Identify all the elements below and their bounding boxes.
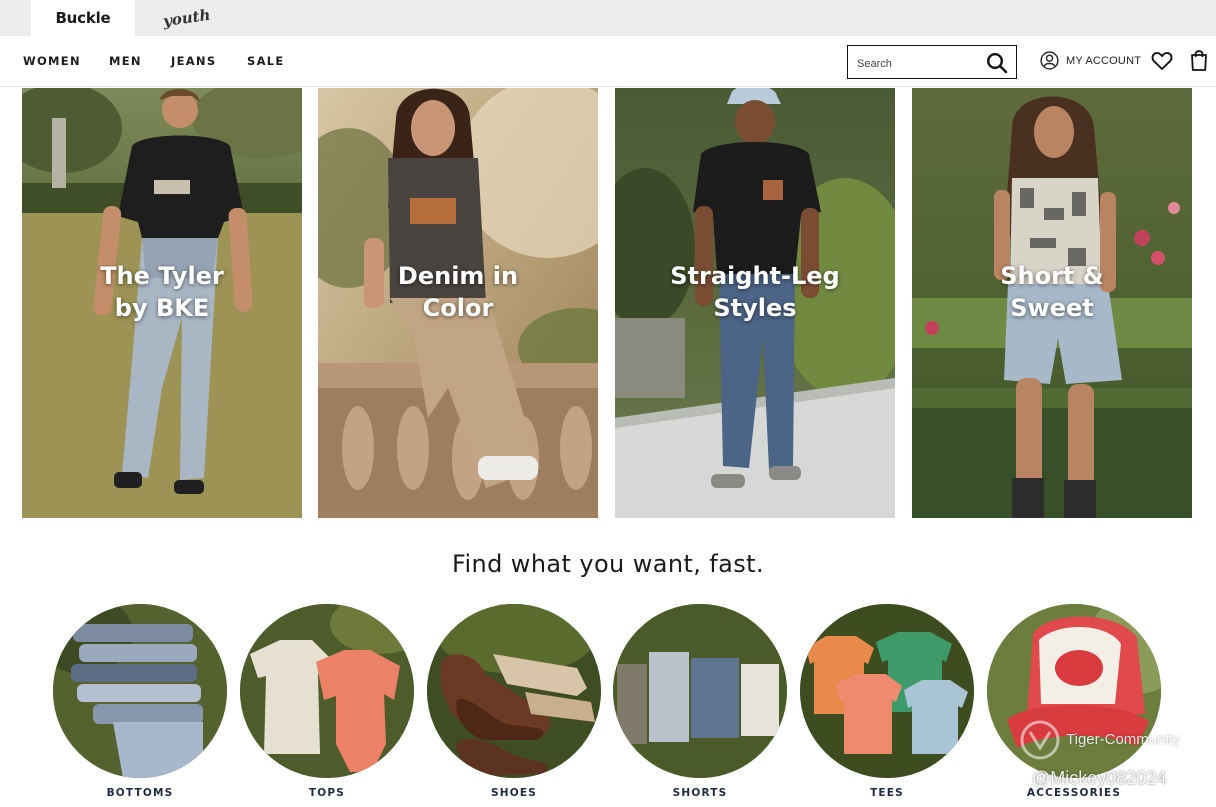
- category-tops-image: [240, 604, 414, 778]
- bag-icon[interactable]: [1190, 49, 1208, 71]
- category-shoes[interactable]: SHOES: [427, 604, 601, 799]
- heart-icon[interactable]: [1151, 51, 1173, 71]
- hero-tile-straight-leg-title: Straight-Leg Styles: [670, 262, 840, 322]
- buckle-logo: Buckle: [55, 9, 111, 27]
- section-title: Find what you want, fast.: [451, 550, 765, 578]
- category-shorts-image: [613, 604, 787, 778]
- nav-item-sale[interactable]: SALE: [247, 54, 285, 68]
- category-shoes-label: SHOES: [490, 787, 537, 799]
- category-shoes-image: [427, 604, 601, 778]
- category-bottoms-image: [53, 604, 227, 778]
- my-account-link[interactable]: MY ACCOUNT: [1040, 51, 1141, 70]
- category-accessories[interactable]: ACCESSORIES: [987, 604, 1161, 799]
- brand-tab-buckle[interactable]: Buckle: [31, 0, 135, 36]
- user-icon: [1040, 51, 1059, 70]
- category-shorts[interactable]: SHORTS: [613, 604, 787, 799]
- hero-tile-tyler[interactable]: The Tyler by BKE: [22, 88, 302, 518]
- brand-bar: Buckle youth: [0, 0, 1216, 36]
- search-box: [847, 45, 1017, 79]
- brand-tab-youth[interactable]: youth: [150, 0, 224, 36]
- nav-item-jeans[interactable]: JEANS: [171, 54, 216, 68]
- hero-tile-short-sweet-title: Short & Sweet: [1000, 262, 1104, 322]
- category-tees-image: [800, 604, 974, 778]
- my-account-label: MY ACCOUNT: [1066, 54, 1142, 67]
- nav-item-men[interactable]: MEN: [109, 54, 142, 68]
- hero-tile-short-sweet[interactable]: Short & Sweet: [912, 88, 1192, 518]
- hero-tile-tyler-title: The Tyler by BKE: [100, 262, 224, 322]
- category-bottoms[interactable]: BOTTOMS: [53, 604, 227, 799]
- category-bottoms-label: BOTTOMS: [106, 787, 174, 799]
- hero-tile-straight-leg[interactable]: Straight-Leg Styles: [615, 88, 895, 518]
- nav-item-women[interactable]: WOMEN: [23, 54, 81, 68]
- search-input[interactable]: [857, 54, 977, 74]
- hero-tile-denim-color-title: Denim in Color: [397, 262, 519, 322]
- category-tees-label: TEES: [870, 787, 904, 799]
- main-nav: WOMEN MEN JEANS SALE MY ACCOUNT: [0, 36, 1216, 87]
- watermark-text-2: @Mickey082024: [1032, 768, 1167, 788]
- watermark-text-1: Tiger-Community: [1066, 731, 1181, 748]
- category-shorts-label: SHORTS: [672, 787, 728, 799]
- youth-logo: youth: [162, 5, 212, 31]
- hero-tile-denim-color[interactable]: Denim in Color: [318, 88, 598, 518]
- watermark-logo-icon: [1020, 720, 1060, 760]
- category-tops-label: TOPS: [308, 787, 346, 799]
- category-tees[interactable]: TEES: [800, 604, 974, 799]
- category-accessories-image: [987, 604, 1161, 778]
- category-tops[interactable]: TOPS: [240, 604, 414, 799]
- search-icon[interactable]: [986, 52, 1008, 74]
